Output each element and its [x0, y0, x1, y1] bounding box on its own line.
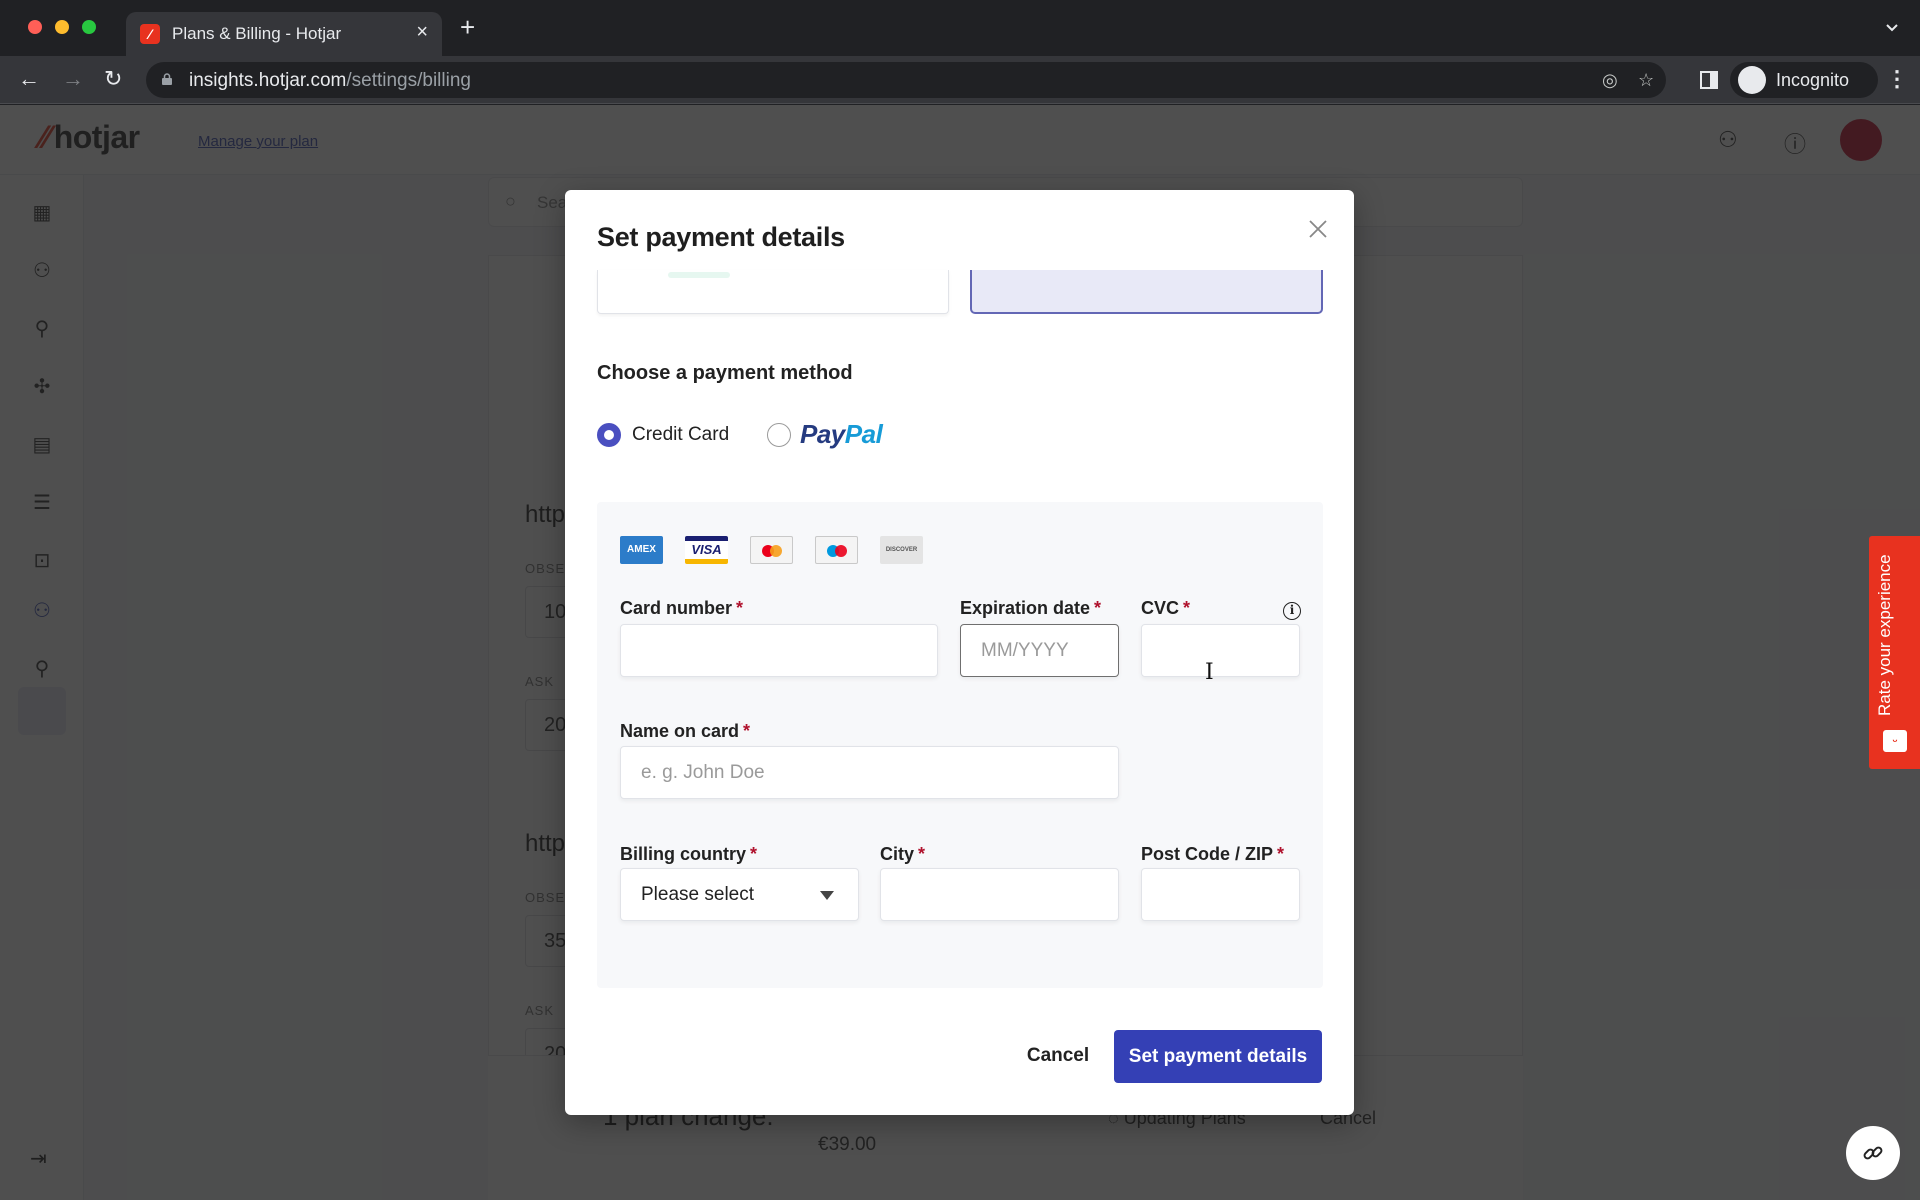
name-on-card-label: Name on card *: [620, 721, 751, 741]
browser-menu-icon[interactable]: ⋮: [1886, 66, 1908, 92]
link-icon: [1863, 1146, 1883, 1160]
browser-tab-bar: ⁄ Plans & Billing - Hotjar × +: [0, 0, 1920, 56]
billing-country-select[interactable]: Please select: [620, 868, 859, 921]
back-icon[interactable]: ←: [18, 66, 40, 92]
window-minimize-button[interactable]: [55, 20, 69, 34]
tab-close-icon[interactable]: ×: [416, 21, 428, 44]
name-on-card-input[interactable]: [620, 746, 1119, 799]
zip-input[interactable]: [1141, 868, 1300, 921]
visa-icon: VISA: [685, 536, 728, 564]
modal-title: Set payment details: [597, 222, 845, 252]
plan-card-badge: [668, 272, 730, 278]
bookmark-star-icon[interactable]: ☆: [1638, 70, 1654, 91]
billing-country-label: Billing country *: [620, 844, 758, 864]
amex-icon: AMEX: [620, 536, 663, 564]
mastercard-icon: [750, 536, 793, 564]
smiley-chat-icon: ᵕ: [1883, 730, 1907, 752]
set-payment-details-button[interactable]: Set payment details: [1114, 1030, 1322, 1083]
plan-option-card[interactable]: [597, 270, 949, 314]
paypal-radio[interactable]: [767, 423, 791, 447]
eye-off-icon[interactable]: ◎: [1602, 70, 1618, 91]
billing-country-value: Please select: [641, 884, 755, 905]
window-close-button[interactable]: [28, 20, 42, 34]
card-number-input[interactable]: [620, 624, 938, 677]
address-bar[interactable]: insights.hotjar.com/settings/billing ◎ ☆: [146, 62, 1666, 98]
rate-experience-tab[interactable]: Rate your experience ᵕ: [1869, 536, 1920, 769]
browser-tab[interactable]: ⁄ Plans & Billing - Hotjar ×: [126, 12, 442, 56]
chevron-down-icon: [820, 891, 834, 900]
city-label: City *: [880, 844, 926, 864]
rate-experience-label: Rate your experience: [1875, 554, 1894, 716]
plan-option-card-selected[interactable]: [970, 270, 1323, 314]
city-input[interactable]: [880, 868, 1119, 921]
window-maximize-button[interactable]: [82, 20, 96, 34]
hotjar-favicon-icon: ⁄: [140, 24, 160, 44]
lock-icon: [162, 73, 172, 85]
incognito-profile-button[interactable]: Incognito: [1730, 62, 1878, 98]
expiration-date-label: Expiration date *: [960, 598, 1102, 618]
share-link-button[interactable]: [1846, 1126, 1900, 1180]
incognito-icon: [1738, 66, 1766, 94]
cvc-info-icon[interactable]: i: [1283, 602, 1301, 620]
credit-card-radio[interactable]: [597, 423, 621, 447]
paypal-logo[interactable]: PayPal: [800, 419, 883, 450]
tab-search-chevron-icon[interactable]: [1886, 22, 1898, 34]
side-panel-icon[interactable]: [1700, 71, 1718, 89]
url-text: insights.hotjar.com/settings/billing: [189, 70, 471, 91]
new-tab-button[interactable]: +: [460, 14, 475, 40]
credit-card-form: AMEX VISA DISCOVER Card number * Expirati…: [597, 502, 1323, 988]
credit-card-label[interactable]: Credit Card: [632, 424, 729, 446]
card-number-label: Card number *: [620, 598, 744, 618]
payment-method-heading: Choose a payment method: [597, 362, 853, 384]
expiration-date-input[interactable]: [960, 624, 1119, 677]
reload-icon[interactable]: ↻: [104, 66, 122, 92]
close-icon[interactable]: [1305, 216, 1331, 242]
cancel-button[interactable]: Cancel: [1008, 1030, 1108, 1082]
profile-label: Incognito: [1776, 70, 1850, 90]
maestro-icon: [815, 536, 858, 564]
forward-icon[interactable]: →: [62, 66, 84, 92]
zip-label: Post Code / ZIP *: [1141, 844, 1285, 864]
cvc-input[interactable]: [1141, 624, 1300, 677]
tab-title: Plans & Billing - Hotjar: [172, 24, 342, 43]
discover-icon: DISCOVER: [880, 536, 923, 564]
browser-toolbar: ← → ↻ insights.hotjar.com/settings/billi…: [0, 56, 1920, 104]
set-payment-details-modal: Set payment details Choose a payment met…: [565, 190, 1354, 1115]
text-cursor-icon: I: [1205, 660, 1214, 685]
cvc-label: CVC *: [1141, 598, 1191, 618]
